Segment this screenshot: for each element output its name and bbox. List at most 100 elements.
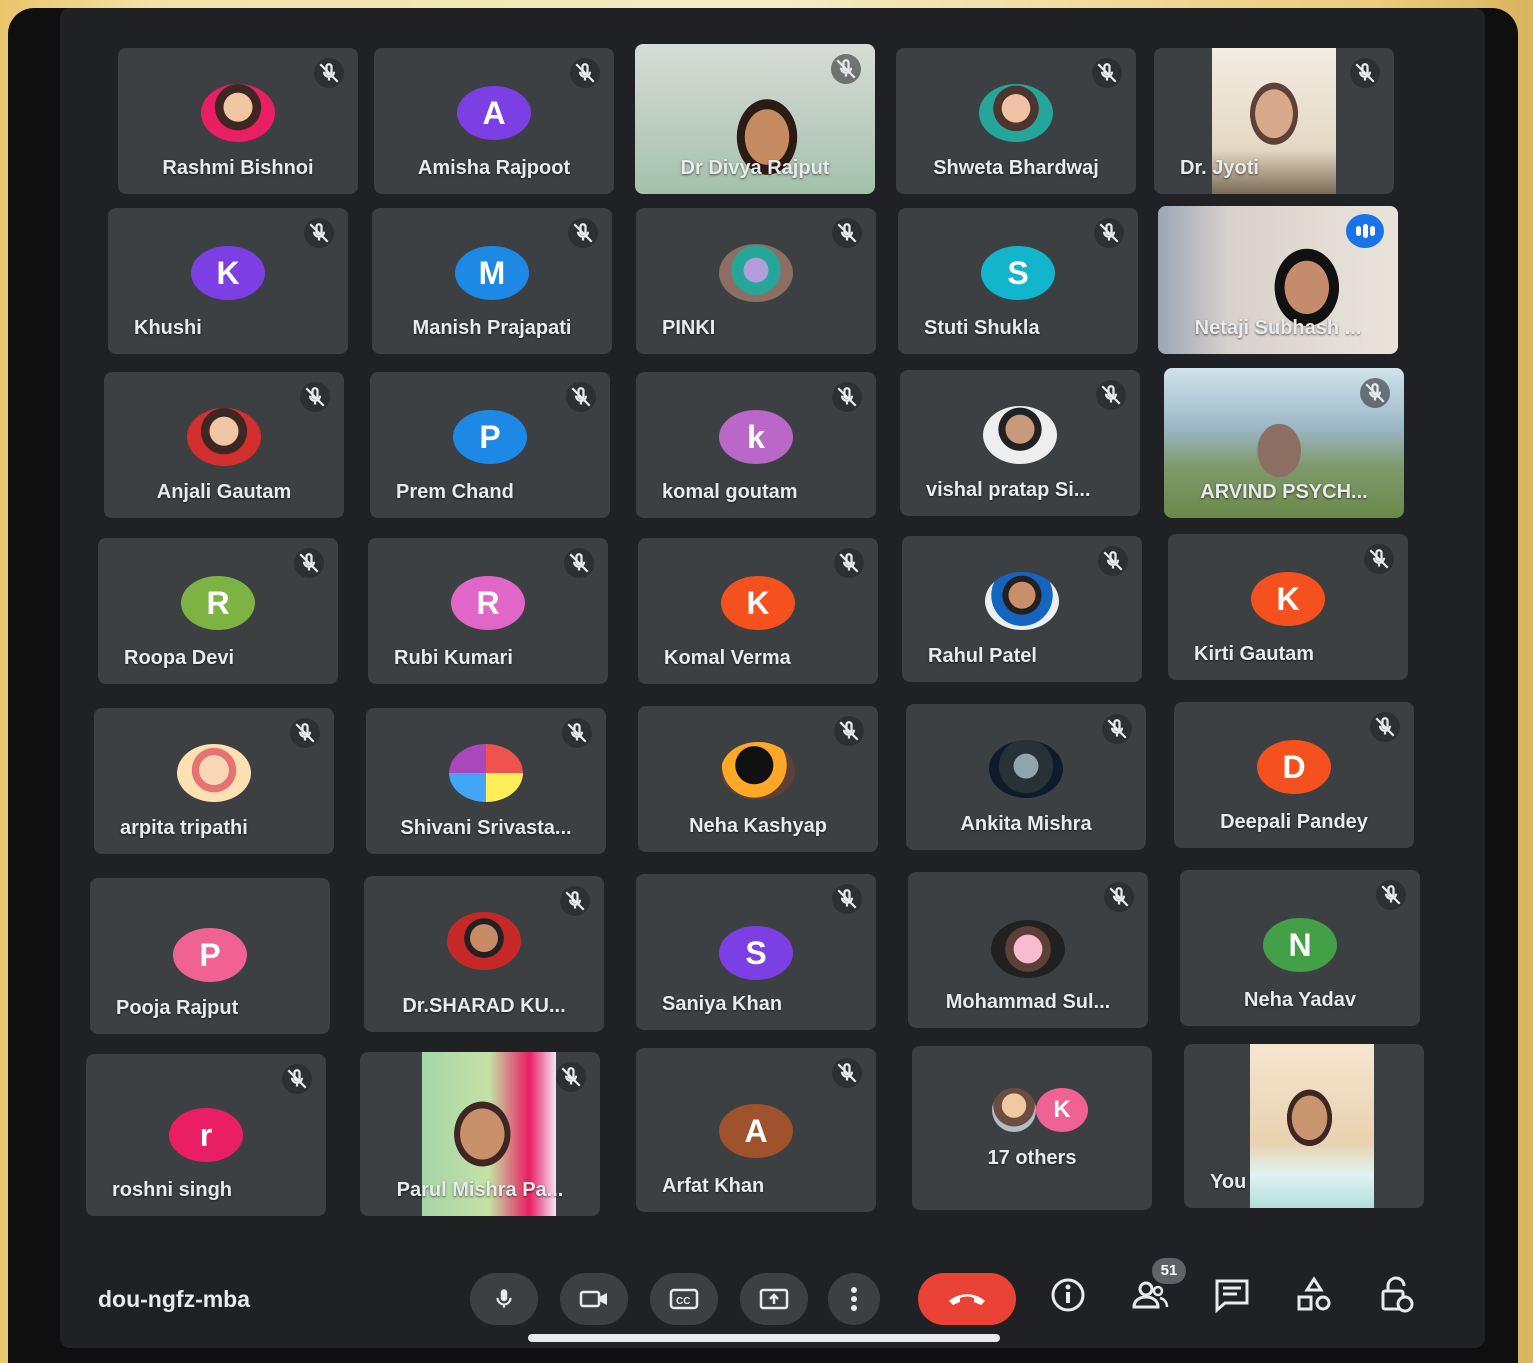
avatar: K <box>191 246 265 300</box>
avatar <box>201 84 275 142</box>
activities-button[interactable] <box>1292 1273 1336 1317</box>
mic-muted-icon <box>570 58 600 88</box>
participant-name: vishal pratap Si... <box>926 479 1091 501</box>
participant-name: komal goutam <box>662 481 798 503</box>
host-controls-icon <box>1381 1276 1414 1313</box>
participant-name: You <box>1210 1171 1247 1193</box>
participant-tile[interactable]: PINKI <box>636 208 876 354</box>
participant-tile[interactable]: P Pooja Rajput <box>90 878 330 1034</box>
mic-muted-icon <box>1098 546 1128 576</box>
participant-name: Ankita Mishra <box>960 813 1092 835</box>
participant-tile[interactable]: R Rubi Kumari <box>368 538 608 684</box>
participant-tile[interactable]: S Saniya Khan <box>636 874 876 1030</box>
info-button[interactable] <box>1046 1273 1090 1317</box>
participant-name: Neha Kashyap <box>689 815 827 837</box>
mic-muted-icon <box>834 716 864 746</box>
participant-tile[interactable]: Dr.SHARAD KU... <box>364 876 604 1032</box>
participant-tile[interactable]: Neha Kashyap <box>638 706 878 852</box>
participant-name: Amisha Rajpoot <box>417 157 571 179</box>
participant-name: Shivani Srivasta... <box>400 817 572 839</box>
avatar <box>979 84 1053 142</box>
avatar <box>991 920 1065 978</box>
avatar <box>719 244 793 302</box>
participant-tile[interactable]: N Neha Yadav <box>1180 870 1420 1026</box>
mic-muted-icon <box>1102 714 1132 744</box>
mic-muted-icon <box>562 718 592 748</box>
mic-muted-icon <box>566 382 596 412</box>
participant-tile[interactable]: Rashmi Bishnoi <box>118 48 358 194</box>
participant-tile[interactable]: S Stuti Shukla <box>898 208 1138 354</box>
avatar <box>447 912 521 970</box>
participant-tile[interactable]: k komal goutam <box>636 372 876 518</box>
participant-count-badge: 51 <box>1152 1258 1186 1284</box>
others-tile[interactable]: K 17 others <box>912 1046 1152 1210</box>
end-call-button[interactable] <box>918 1273 1016 1325</box>
participant-tile[interactable]: Shweta Bhardwaj <box>896 48 1136 194</box>
participant-name: Neha Yadav <box>1244 989 1356 1011</box>
mic-muted-icon <box>1360 378 1390 408</box>
participant-name: Deepali Pandey <box>1220 811 1368 833</box>
camera-button[interactable] <box>560 1273 628 1325</box>
participant-tile[interactable]: vishal pratap Si... <box>900 370 1140 516</box>
participant-tile[interactable]: M Manish Prajapati <box>372 208 612 354</box>
participant-tile[interactable]: Dr Divya Rajput <box>635 44 875 194</box>
participant-tile-speaking[interactable]: Netaji Subhash ... <box>1158 206 1398 354</box>
participant-tile[interactable]: Shivani Srivasta... <box>366 708 606 854</box>
participant-tile[interactable]: A Amisha Rajpoot <box>374 48 614 194</box>
participant-name: arpita tripathi <box>120 817 248 839</box>
mic-muted-icon <box>1094 218 1124 248</box>
participant-name: Dr. Jyoti <box>1180 157 1259 179</box>
info-icon <box>1051 1278 1085 1312</box>
more-options-icon <box>851 1287 857 1311</box>
camera-icon <box>579 1290 607 1308</box>
participant-tile[interactable]: K Komal Verma <box>638 538 878 684</box>
participant-tile[interactable]: Ankita Mishra <box>906 704 1146 850</box>
participant-tile[interactable]: K Kirti Gautam <box>1168 534 1408 680</box>
participant-tile[interactable]: Rahul Patel <box>902 536 1142 682</box>
participant-tile[interactable]: A Arfat Khan <box>636 1048 876 1212</box>
avatar: D <box>1257 740 1331 794</box>
participant-name: Dr.SHARAD KU... <box>402 995 566 1017</box>
mic-button[interactable] <box>470 1273 538 1325</box>
participant-tile[interactable]: Anjali Gautam <box>104 372 344 518</box>
participant-name: roshni singh <box>112 1179 232 1201</box>
participant-tile[interactable]: arpita tripathi <box>94 708 334 854</box>
avatar <box>989 740 1063 798</box>
participant-name: Komal Verma <box>664 647 791 669</box>
chat-button[interactable] <box>1210 1273 1254 1317</box>
avatar: P <box>173 928 247 982</box>
self-tile[interactable]: You <box>1184 1044 1424 1208</box>
participant-tile[interactable]: R Roopa Devi <box>98 538 338 684</box>
avatar: r <box>169 1108 243 1162</box>
mic-muted-icon <box>831 54 861 84</box>
mic-muted-icon <box>832 382 862 412</box>
mic-muted-icon <box>1096 380 1126 410</box>
avatar: k <box>719 410 793 464</box>
participant-tile[interactable]: Parul Mishra Pa... <box>360 1052 600 1216</box>
mic-muted-icon <box>282 1064 312 1094</box>
avatar: A <box>457 86 531 140</box>
mic-muted-icon <box>832 1058 862 1088</box>
participant-tile[interactable]: K Khushi <box>108 208 348 354</box>
participant-tile[interactable]: P Prem Chand <box>370 372 610 518</box>
avatar: K <box>1036 1088 1088 1132</box>
end-call-icon <box>949 1294 985 1305</box>
mic-muted-icon <box>300 382 330 412</box>
avatar <box>177 744 251 802</box>
participant-tile[interactable]: D Deepali Pandey <box>1174 702 1414 848</box>
participant-tile[interactable]: Mohammad Sul... <box>908 872 1148 1028</box>
participant-name: Pooja Rajput <box>116 997 239 1019</box>
more-options-button[interactable] <box>828 1273 880 1325</box>
participant-name: Shweta Bhardwaj <box>933 157 1099 179</box>
avatar: S <box>719 926 793 980</box>
home-indicator <box>528 1334 1000 1342</box>
participant-tile[interactable]: Dr. Jyoti <box>1154 48 1394 194</box>
participant-tile[interactable]: r roshni singh <box>86 1054 326 1216</box>
captions-button[interactable]: CC <box>650 1273 718 1325</box>
mic-muted-icon <box>832 884 862 914</box>
mic-muted-icon <box>294 548 324 578</box>
avatar <box>187 408 261 466</box>
host-controls-button[interactable] <box>1374 1273 1418 1317</box>
present-button[interactable] <box>740 1273 808 1325</box>
participant-tile[interactable]: ARVIND PSYCH... <box>1164 368 1404 518</box>
